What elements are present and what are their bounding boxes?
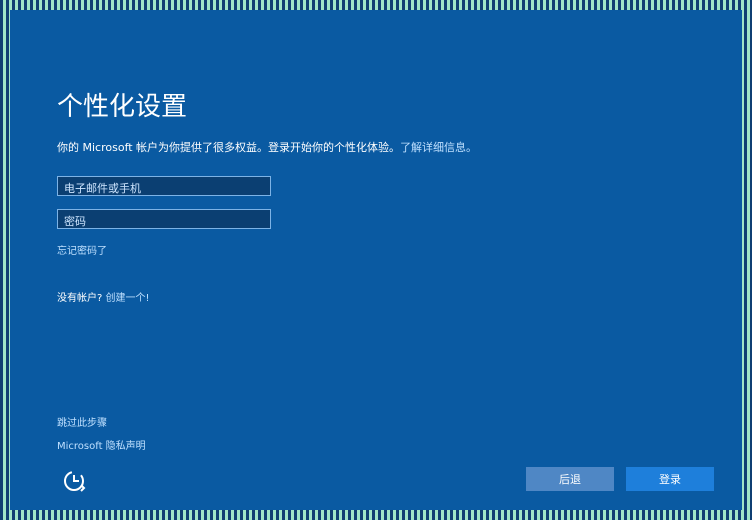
skip-step-link[interactable]: 跳过此步骤	[57, 414, 107, 429]
no-account-row: 没有帐户? 创建一个!	[57, 289, 150, 304]
forgot-password-link[interactable]: 忘记密码了	[57, 242, 107, 257]
email-input[interactable]	[58, 179, 270, 198]
privacy-statement-link[interactable]: Microsoft 隐私声明	[57, 437, 146, 452]
password-input[interactable]	[58, 212, 270, 231]
email-field[interactable]	[57, 176, 271, 198]
page-title: 个性化设置	[57, 92, 188, 122]
learn-more-link[interactable]: 了解详细信息。	[400, 141, 477, 154]
description: 你的 Microsoft 帐户为你提供了很多权益。登录开始你的个性化体验。了解详…	[57, 139, 477, 155]
login-button[interactable]: 登录	[626, 467, 714, 491]
oobe-screen: 个性化设置 你的 Microsoft 帐户为你提供了很多权益。登录开始你的个性化…	[10, 10, 742, 510]
description-text: 你的 Microsoft 帐户为你提供了很多权益。登录开始你的个性化体验。	[57, 141, 401, 154]
create-account-link[interactable]: 创建一个!	[106, 293, 150, 304]
no-account-text: 没有帐户?	[57, 293, 103, 304]
back-button[interactable]: 后退	[526, 467, 614, 491]
ease-of-access-icon[interactable]	[62, 468, 88, 494]
password-field[interactable]	[57, 209, 271, 231]
